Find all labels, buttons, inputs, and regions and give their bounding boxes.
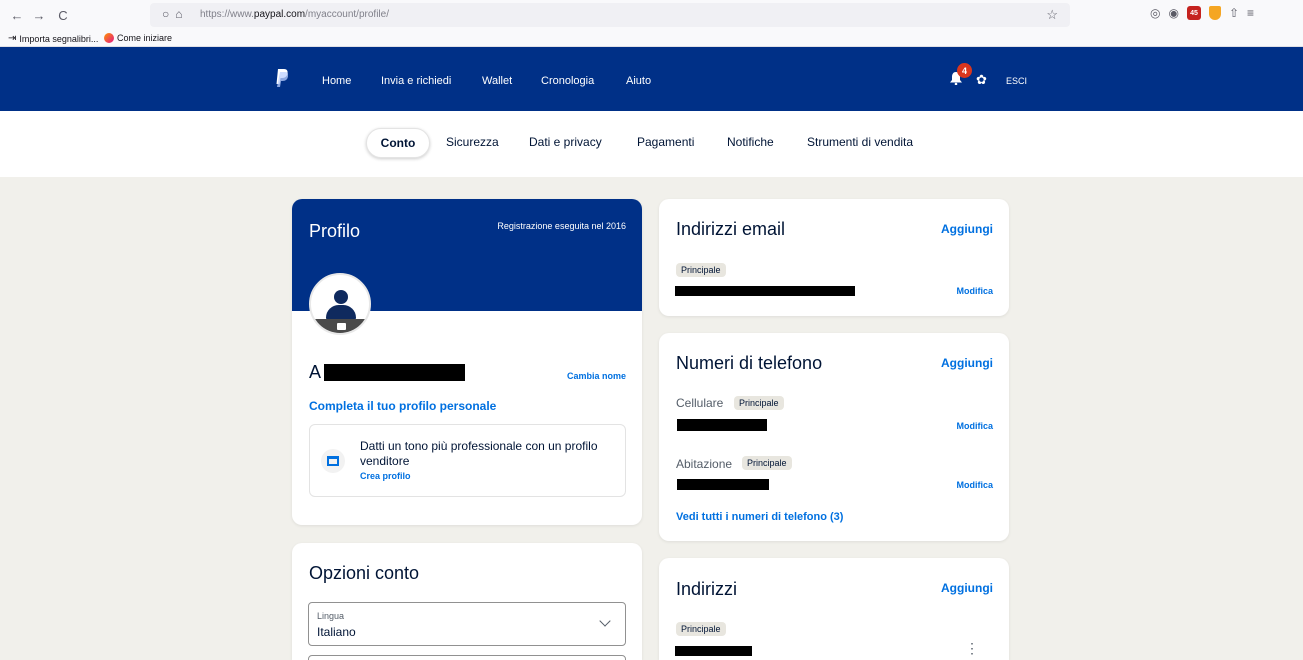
email-card: Indirizzi email Aggiungi Principale Modi… bbox=[659, 199, 1009, 316]
language-value: Italiano bbox=[317, 625, 356, 639]
tab-data-privacy[interactable]: Dati e privacy bbox=[529, 135, 602, 149]
tracking-shield-icon[interactable]: ○ bbox=[162, 7, 169, 21]
language-label: Lingua bbox=[317, 611, 345, 621]
url-text[interactable]: https://www.paypal.com/myaccount/profile… bbox=[200, 9, 389, 20]
redacted-home-phone bbox=[677, 479, 769, 490]
nav-send-request[interactable]: Invia e richiedi bbox=[381, 75, 451, 87]
email-title: Indirizzi email bbox=[676, 219, 786, 239]
primary-badge: Principale bbox=[734, 396, 784, 410]
extension-shield-icon[interactable] bbox=[1208, 6, 1221, 20]
nav-wallet[interactable]: Wallet bbox=[482, 75, 512, 87]
seller-profile-promo: Datti un tono più professionale con un p… bbox=[309, 424, 626, 497]
extension-badge-icon[interactable]: 45 bbox=[1186, 6, 1201, 20]
store-icon bbox=[327, 456, 339, 466]
profile-name-initial: A bbox=[309, 362, 322, 382]
primary-badge: Principale bbox=[742, 456, 792, 470]
bookmark-star-icon[interactable]: ☆ bbox=[1046, 7, 1058, 23]
mobile-label: Cellulare bbox=[676, 396, 724, 410]
primary-badge: Principale bbox=[676, 622, 726, 636]
notification-count-badge[interactable]: 4 bbox=[957, 63, 972, 78]
add-address-button[interactable]: Aggiungi bbox=[941, 581, 993, 595]
logout-link[interactable]: ESCI bbox=[1006, 76, 1027, 86]
primary-badge: Principale bbox=[676, 263, 726, 277]
seller-promo-text: Datti un tono più professionale con un p… bbox=[360, 439, 598, 468]
account-options-card: Opzioni conto Lingua Italiano bbox=[292, 543, 642, 660]
profile-card: Profilo Registrazione eseguita nel 2016 … bbox=[292, 199, 642, 525]
phone-title: Numeri di telefono bbox=[676, 353, 823, 373]
tab-notifications[interactable]: Notifiche bbox=[727, 135, 774, 149]
paypal-header: Home Invia e richiedi Wallet Cronologia … bbox=[0, 47, 1303, 111]
import-icon: ⇥ bbox=[8, 33, 17, 44]
see-all-phones-link[interactable]: Vedi tutti i numeri di telefono (3) bbox=[676, 511, 843, 523]
profile-title: Profilo bbox=[309, 221, 361, 241]
redacted-name bbox=[324, 364, 465, 381]
change-name-link[interactable]: Cambia nome bbox=[567, 371, 626, 381]
avatar[interactable] bbox=[309, 273, 371, 335]
registration-date: Registrazione eseguita nel 2016 bbox=[497, 221, 626, 231]
store-icon-wrap bbox=[321, 449, 345, 473]
complete-profile-link[interactable]: Completa il tuo profilo personale bbox=[309, 399, 496, 413]
add-phone-button[interactable]: Aggiungi bbox=[941, 356, 993, 370]
redacted-address bbox=[675, 646, 752, 656]
account-sub-nav: Conto Sicurezza Dati e privacy Pagamenti… bbox=[0, 111, 1303, 177]
avatar-head bbox=[334, 290, 348, 304]
next-option-select[interactable] bbox=[308, 655, 626, 660]
account-icon[interactable]: ◉ bbox=[1168, 6, 1178, 20]
edit-mobile-link[interactable]: Modifica bbox=[956, 421, 993, 431]
tab-payments[interactable]: Pagamenti bbox=[637, 135, 694, 149]
avatar-upload-overlay[interactable] bbox=[311, 319, 369, 333]
addresses-title: Indirizzi bbox=[676, 579, 738, 599]
edit-email-link[interactable]: Modifica bbox=[956, 286, 993, 296]
create-profile-link[interactable]: Crea profilo bbox=[360, 471, 411, 481]
camera-icon bbox=[337, 323, 346, 330]
phone-card: Numeri di telefono Aggiungi Cellulare Pr… bbox=[659, 333, 1009, 541]
pocket-icon[interactable]: ◎ bbox=[1150, 6, 1160, 20]
firefox-icon bbox=[104, 33, 114, 43]
redacted-email bbox=[675, 286, 855, 296]
nav-help[interactable]: Aiuto bbox=[626, 75, 651, 87]
nav-home[interactable]: Home bbox=[322, 75, 351, 87]
menu-icon[interactable]: ≡ bbox=[1247, 6, 1254, 20]
bookmarks-bar: ⇥ Importa segnalibri... Come iniziare bbox=[0, 30, 1303, 47]
language-select[interactable]: Lingua Italiano bbox=[308, 602, 626, 646]
more-options-icon[interactable]: ⋮ bbox=[965, 640, 979, 657]
forward-button[interactable]: → bbox=[30, 6, 48, 24]
home-phone-label: Abitazione bbox=[676, 457, 733, 471]
edit-home-phone-link[interactable]: Modifica bbox=[956, 480, 993, 490]
browser-toolbar: ← → C ○ ⌂ https://www.paypal.com/myaccou… bbox=[0, 0, 1303, 30]
redacted-mobile bbox=[677, 419, 767, 431]
account-options-title: Opzioni conto bbox=[309, 563, 420, 583]
url-bar[interactable]: ○ ⌂ https://www.paypal.com/myaccount/pro… bbox=[150, 3, 1070, 27]
tab-security[interactable]: Sicurezza bbox=[446, 135, 499, 149]
reload-button[interactable]: C bbox=[54, 6, 72, 24]
add-email-button[interactable]: Aggiungi bbox=[941, 222, 993, 236]
bookmark-import[interactable]: ⇥ Importa segnalibri... bbox=[8, 33, 98, 44]
addresses-card: Indirizzi Aggiungi Principale ⋮ bbox=[659, 558, 1009, 660]
paypal-logo-icon[interactable] bbox=[276, 69, 288, 87]
tab-account[interactable]: Conto bbox=[366, 128, 430, 158]
tab-seller-tools[interactable]: Strumenti di vendita bbox=[807, 135, 913, 149]
share-icon[interactable]: ⇧ bbox=[1229, 6, 1239, 20]
back-button[interactable]: ← bbox=[8, 6, 26, 24]
bookmark-getting-started[interactable]: Come iniziare bbox=[104, 33, 172, 43]
nav-history[interactable]: Cronologia bbox=[541, 75, 594, 87]
settings-gear-icon[interactable]: ✿ bbox=[976, 73, 987, 86]
lock-icon[interactable]: ⌂ bbox=[175, 7, 182, 21]
chevron-down-icon bbox=[599, 615, 611, 627]
